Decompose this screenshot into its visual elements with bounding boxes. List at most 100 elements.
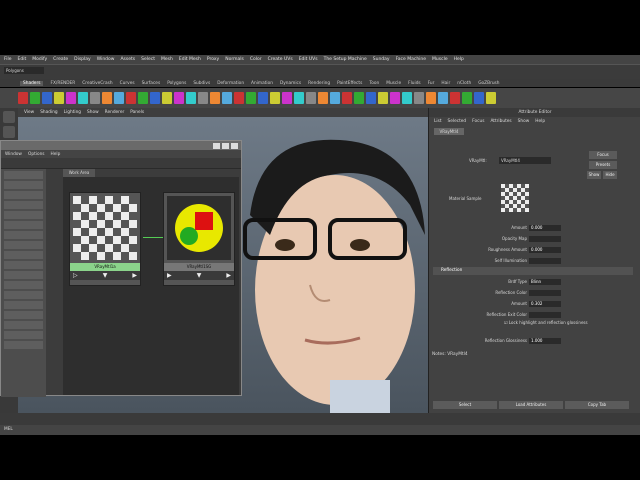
viewport-menu-item-lighting[interactable]: Lighting <box>64 110 81 115</box>
shelf-tool-icon[interactable] <box>54 92 64 104</box>
menu-item-sunday[interactable]: Sunday <box>373 57 390 62</box>
attr-row-field[interactable] <box>529 290 561 296</box>
vraymtl-node[interactable]: VRayMtl1a ▷ ▼ ▶ <box>69 192 141 286</box>
shelf-tool-icon[interactable] <box>330 92 340 104</box>
hypershade-menu-item-window[interactable]: Window <box>5 152 22 157</box>
shelf-tool-icon[interactable] <box>30 92 40 104</box>
shelf-tab-gozbrush[interactable]: GoZBrush <box>478 81 499 86</box>
shelf-tool-icon[interactable] <box>462 92 472 104</box>
minimize-icon[interactable] <box>213 142 220 149</box>
focus-button[interactable]: Focus <box>589 151 617 159</box>
attr-menu-item-attributes[interactable]: Attributes <box>490 119 511 124</box>
load-attributes-button[interactable]: Load Attributes <box>499 401 563 409</box>
select-tool-icon[interactable] <box>3 111 15 123</box>
shelf-tool-icon[interactable] <box>378 92 388 104</box>
menu-item-create-uvs[interactable]: Create UVs <box>268 57 293 62</box>
shelf-tab-deformation[interactable]: Deformation <box>217 81 244 86</box>
shelf-tool-icon[interactable] <box>450 92 460 104</box>
shelf-tab-muscle[interactable]: Muscle <box>386 81 401 86</box>
shelf-tab-curves[interactable]: Curves <box>120 81 135 86</box>
shelf-tool-icon[interactable] <box>426 92 436 104</box>
shelf-tool-icon[interactable] <box>306 92 316 104</box>
shelf-tool-icon[interactable] <box>174 92 184 104</box>
menu-item-muscle[interactable]: Muscle <box>432 57 448 62</box>
shelf-tool-icon[interactable] <box>66 92 76 104</box>
viewport-menu-item-renderer[interactable]: Renderer <box>105 110 125 115</box>
attr-menu-item-list[interactable]: List <box>434 119 442 124</box>
shelf-tool-icon[interactable] <box>342 92 352 104</box>
shelf-tool-icon[interactable] <box>390 92 400 104</box>
shelf-tab-toon[interactable]: Toon <box>369 81 379 86</box>
shelf-tool-icon[interactable] <box>210 92 220 104</box>
shelf-tool-icon[interactable] <box>162 92 172 104</box>
shelf-tab-fur[interactable]: Fur <box>428 81 435 86</box>
command-line[interactable] <box>0 413 640 425</box>
shelf-tool-icon[interactable] <box>126 92 136 104</box>
shelf-tool-icon[interactable] <box>294 92 304 104</box>
attr-row-field[interactable]: Blinn <box>529 279 561 285</box>
shelf-tool-icon[interactable] <box>150 92 160 104</box>
shelf-tab-painteffects[interactable]: PaintEffects <box>337 81 362 86</box>
mode-selector[interactable]: Polygons <box>4 67 44 74</box>
menu-item-create[interactable]: Create <box>53 57 68 62</box>
menu-item-face-machine[interactable]: Face Machine <box>396 57 426 62</box>
shelf-tool-icon[interactable] <box>246 92 256 104</box>
hide-button[interactable]: Hide <box>603 171 617 179</box>
shelf-tool-icon[interactable] <box>438 92 448 104</box>
shelf-tool-icon[interactable] <box>138 92 148 104</box>
shelf-tab-fx-render[interactable]: FX/RENDER <box>50 81 75 86</box>
attr-row-field[interactable] <box>529 312 561 318</box>
shelf-tool-icon[interactable] <box>282 92 292 104</box>
shelf-tool-icon[interactable] <box>402 92 412 104</box>
tab-work-area[interactable]: Work Area <box>63 169 95 177</box>
lock-glossiness-checkbox[interactable]: ☑ Lock highlight and reflection glossine… <box>504 320 588 325</box>
shelf-tool-icon[interactable] <box>354 92 364 104</box>
viewport-menu-item-show[interactable]: Show <box>87 110 99 115</box>
hypershade-work-area[interactable]: Work Area VRayMtl1a ▷ ▼ ▶ VRayMtl1SG ▶ ▼ ▶ <box>63 169 239 395</box>
shelf-tool-icon[interactable] <box>186 92 196 104</box>
shelf-tab-dynamics[interactable]: Dynamics <box>280 81 301 86</box>
attr-menu-item-help[interactable]: Help <box>535 119 545 124</box>
shelf-tool-icon[interactable] <box>18 92 28 104</box>
hypershade-menu-item-help[interactable]: Help <box>51 152 61 157</box>
copy-tab-button[interactable]: Copy Tab <box>565 401 629 409</box>
shelf-tool-icon[interactable] <box>114 92 124 104</box>
shelf-tool-icon[interactable] <box>42 92 52 104</box>
attr-menu-item-show[interactable]: Show <box>518 119 530 124</box>
shelf-tool-icon[interactable] <box>222 92 232 104</box>
shelf-tab-creativecrash[interactable]: CreativeCrash <box>82 81 112 86</box>
shelf-tab-ncloth[interactable]: nCloth <box>457 81 471 86</box>
hypershade-menu-item-options[interactable]: Options <box>28 152 45 157</box>
viewport-menu-item-panels[interactable]: Panels <box>130 110 144 115</box>
shelf-tab-subdivs[interactable]: Subdivs <box>193 81 210 86</box>
shelf-tool-icon[interactable] <box>258 92 268 104</box>
shelf-tab-surfaces[interactable]: Surfaces <box>142 81 161 86</box>
presets-button[interactable]: Presets <box>589 161 617 169</box>
tab-vraymtl4[interactable]: VRayMtl4 <box>434 128 464 135</box>
menu-item-proxy[interactable]: Proxy <box>207 57 219 62</box>
menu-item-the-setup-machine[interactable]: The Setup Machine <box>324 57 367 62</box>
menu-item-edit-mesh[interactable]: Edit Mesh <box>179 57 201 62</box>
show-button[interactable]: Show <box>587 171 601 179</box>
menu-item-assets[interactable]: Assets <box>120 57 135 62</box>
attr-row-field[interactable] <box>529 236 561 242</box>
vraymtl-name-field[interactable]: VRayMtl4 <box>499 157 551 164</box>
lasso-tool-icon[interactable] <box>3 126 15 138</box>
attr-row-field[interactable]: 0.302 <box>529 301 561 307</box>
menu-item-edit-uvs[interactable]: Edit UVs <box>299 57 318 62</box>
shelf-tab-shaders[interactable]: Shaders <box>20 80 44 86</box>
attr-menu-item-focus[interactable]: Focus <box>472 119 484 124</box>
menu-item-file[interactable]: File <box>4 57 12 62</box>
glossiness-field[interactable]: 1.000 <box>529 338 561 344</box>
shelf-tab-rendering[interactable]: Rendering <box>308 81 330 86</box>
shelf-tool-icon[interactable] <box>486 92 496 104</box>
shelf-tab-hair[interactable]: Hair <box>441 81 450 86</box>
shelf-tool-icon[interactable] <box>198 92 208 104</box>
menu-item-window[interactable]: Window <box>97 57 115 62</box>
shelf-tool-icon[interactable] <box>414 92 424 104</box>
menu-item-display[interactable]: Display <box>74 57 91 62</box>
menu-item-mesh[interactable]: Mesh <box>161 57 173 62</box>
shading-group-node[interactable]: VRayMtl1SG ▶ ▼ ▶ <box>163 192 235 286</box>
attr-row-field[interactable] <box>529 258 561 264</box>
viewport-menu-item-shading[interactable]: Shading <box>40 110 57 115</box>
